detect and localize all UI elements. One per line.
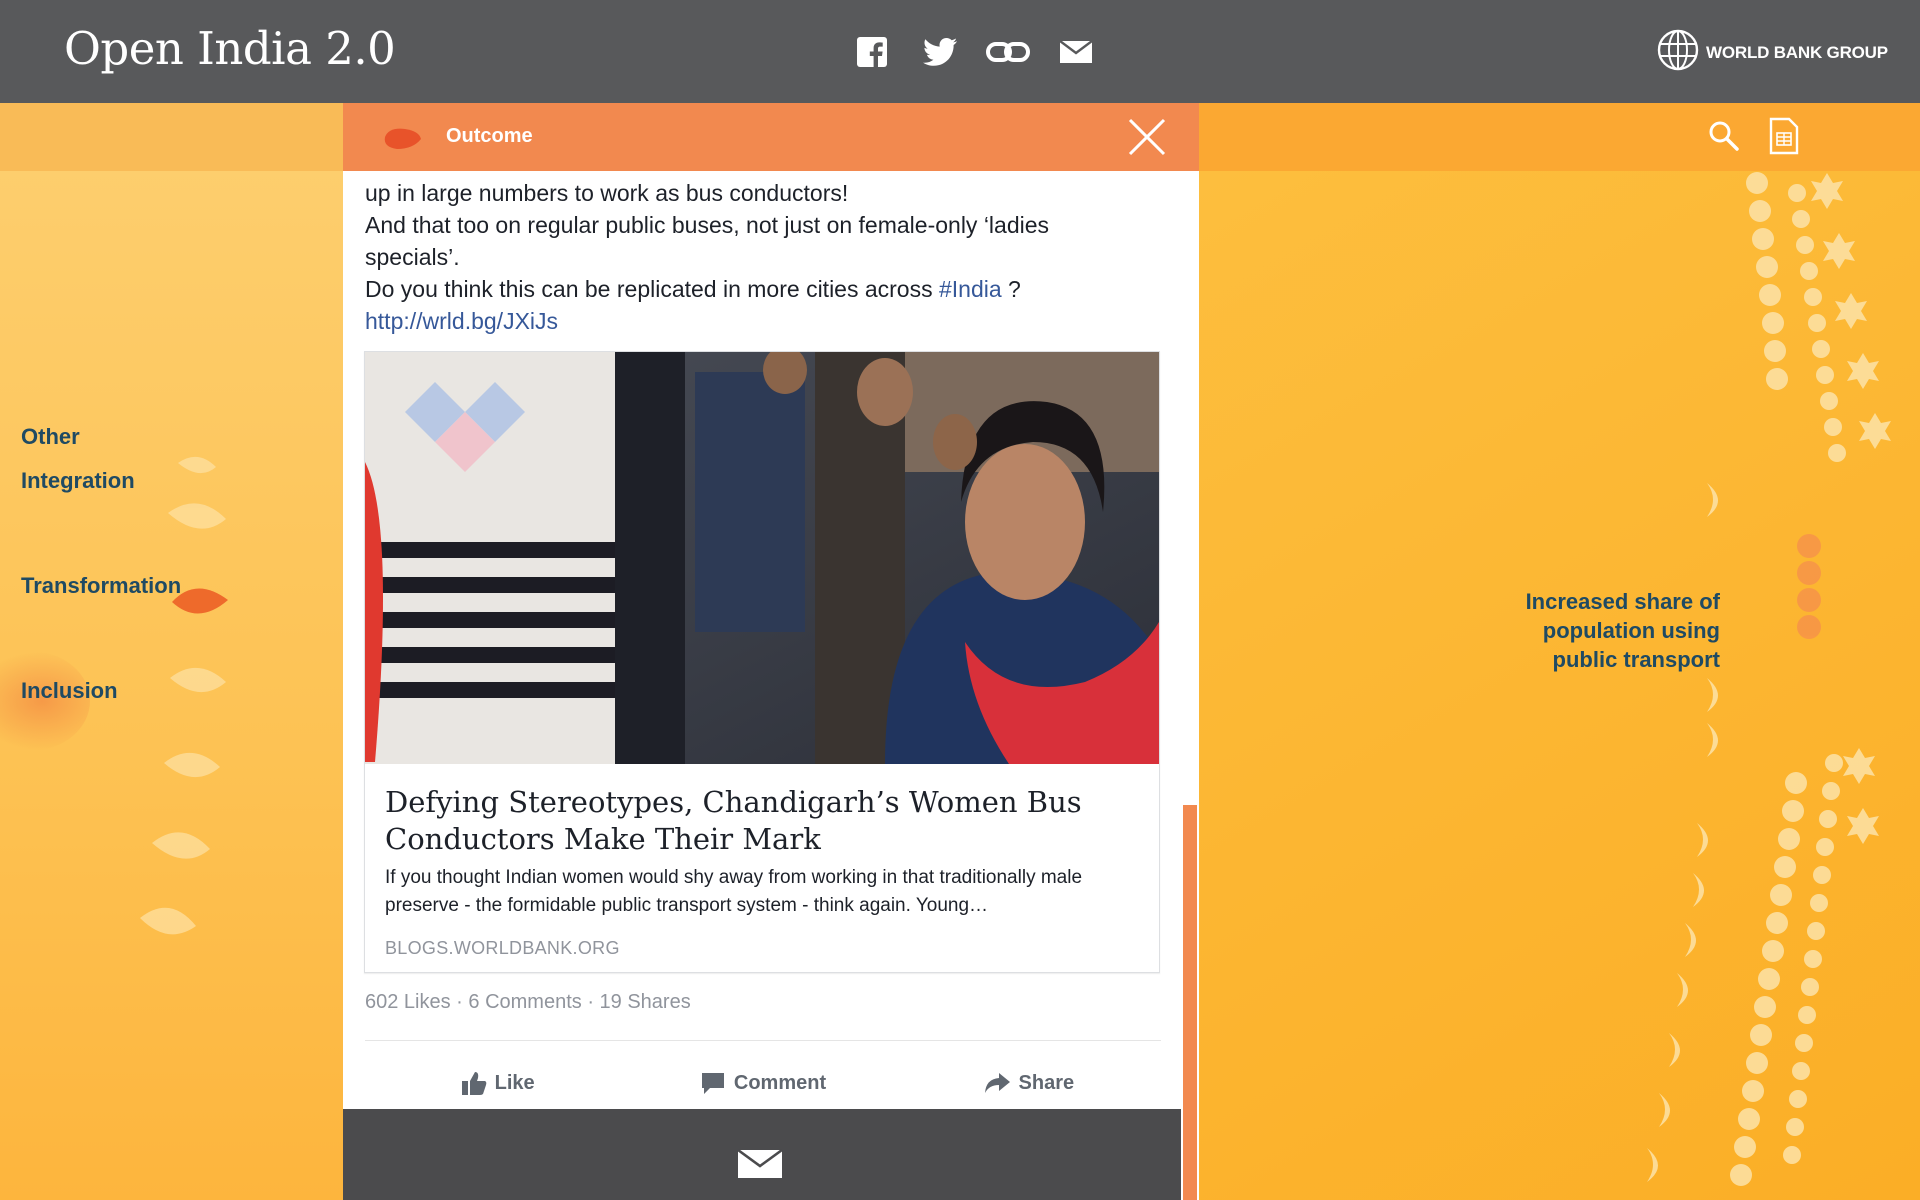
thumbs-up-icon [461, 1072, 486, 1095]
panel-footer [343, 1109, 1181, 1200]
active-nav-marker [172, 588, 228, 614]
panel-header: Outcome [343, 103, 1199, 171]
sidebar-item-transformation[interactable]: Transformation [21, 573, 181, 599]
mail-icon [737, 1148, 783, 1178]
close-icon [1128, 118, 1166, 156]
twitter-icon[interactable] [906, 34, 974, 70]
short-url-link[interactable]: http://wrld.bg/JXiJs [365, 305, 1145, 337]
post-line: up in large numbers to work as bus condu… [365, 180, 849, 206]
article-source: BLOGS.WORLDBANK.ORG [385, 938, 620, 958]
hashtag-link[interactable]: #India [939, 276, 1002, 302]
search-icon[interactable] [1706, 116, 1742, 156]
post-line: And that too on regular public buses, no… [365, 212, 1050, 270]
toolbar [1706, 116, 1802, 156]
post-line: Do you think this can be replicated in m… [365, 273, 1145, 305]
link-icon[interactable] [974, 34, 1042, 70]
post-text: up in large numbers to work as bus condu… [365, 177, 1145, 337]
close-button[interactable] [1127, 117, 1167, 157]
share-label: Share [1018, 1071, 1075, 1094]
link-preview-card[interactable]: Defying Stereotypes, Chandigarh’s Women … [364, 351, 1160, 973]
mail-icon[interactable] [1042, 34, 1110, 70]
post-actions: Like Comment Share [365, 1053, 1161, 1113]
left-header-strip [0, 103, 344, 171]
outcome-icon [384, 128, 421, 149]
top-bar: Open India 2.0 WORLD BANK GROUP [0, 0, 1920, 103]
left-panel [0, 103, 344, 1200]
outcome-description[interactable]: Increased share of population using publ… [1520, 587, 1720, 674]
comment-label: Comment [733, 1071, 827, 1094]
outcome-panel: Outcome up in large numbers to work as b… [343, 103, 1199, 1200]
post-text-segment: ? [1001, 276, 1021, 302]
world-bank-logo[interactable]: WORLD BANK GROUP [1656, 28, 1888, 77]
comment-button[interactable]: Comment [630, 1053, 895, 1113]
email-button[interactable] [737, 1148, 783, 1184]
divider [365, 1040, 1161, 1041]
facebook-post: up in large numbers to work as bus condu… [343, 171, 1181, 1200]
article-photo[interactable] [365, 352, 1159, 764]
spreadsheet-icon[interactable] [1766, 116, 1802, 156]
share-button[interactable]: Share [896, 1053, 1161, 1113]
post-text-segment: Do you think this can be replicated in m… [365, 276, 939, 302]
article-description: If you thought Indian women would shy aw… [385, 867, 1083, 916]
globe-icon [1656, 28, 1700, 77]
share-arrow-icon [984, 1073, 1010, 1093]
comment-icon [701, 1073, 724, 1094]
right-header-strip [1199, 103, 1920, 171]
panel-category: Outcome [446, 125, 533, 147]
article-title[interactable]: Defying Stereotypes, Chandigarh’s Women … [385, 784, 1135, 858]
engagement-stats[interactable]: 602 Likes · 6 Comments · 19 Shares [365, 991, 691, 1014]
share-bar [838, 34, 1110, 70]
brand-name: WORLD BANK GROUP [1706, 42, 1888, 62]
app-title[interactable]: Open India 2.0 [64, 22, 396, 75]
scrollbar-thumb[interactable] [1183, 805, 1197, 1200]
decorative-petals [140, 456, 226, 935]
like-button[interactable]: Like [365, 1053, 630, 1113]
sidebar-item-inclusion[interactable]: Inclusion [21, 678, 118, 704]
like-label: Like [494, 1071, 535, 1094]
sidebar-item-integration[interactable]: Integration [21, 468, 135, 494]
sidebar-item-other[interactable]: Other [21, 424, 80, 450]
facebook-icon[interactable] [838, 34, 906, 70]
